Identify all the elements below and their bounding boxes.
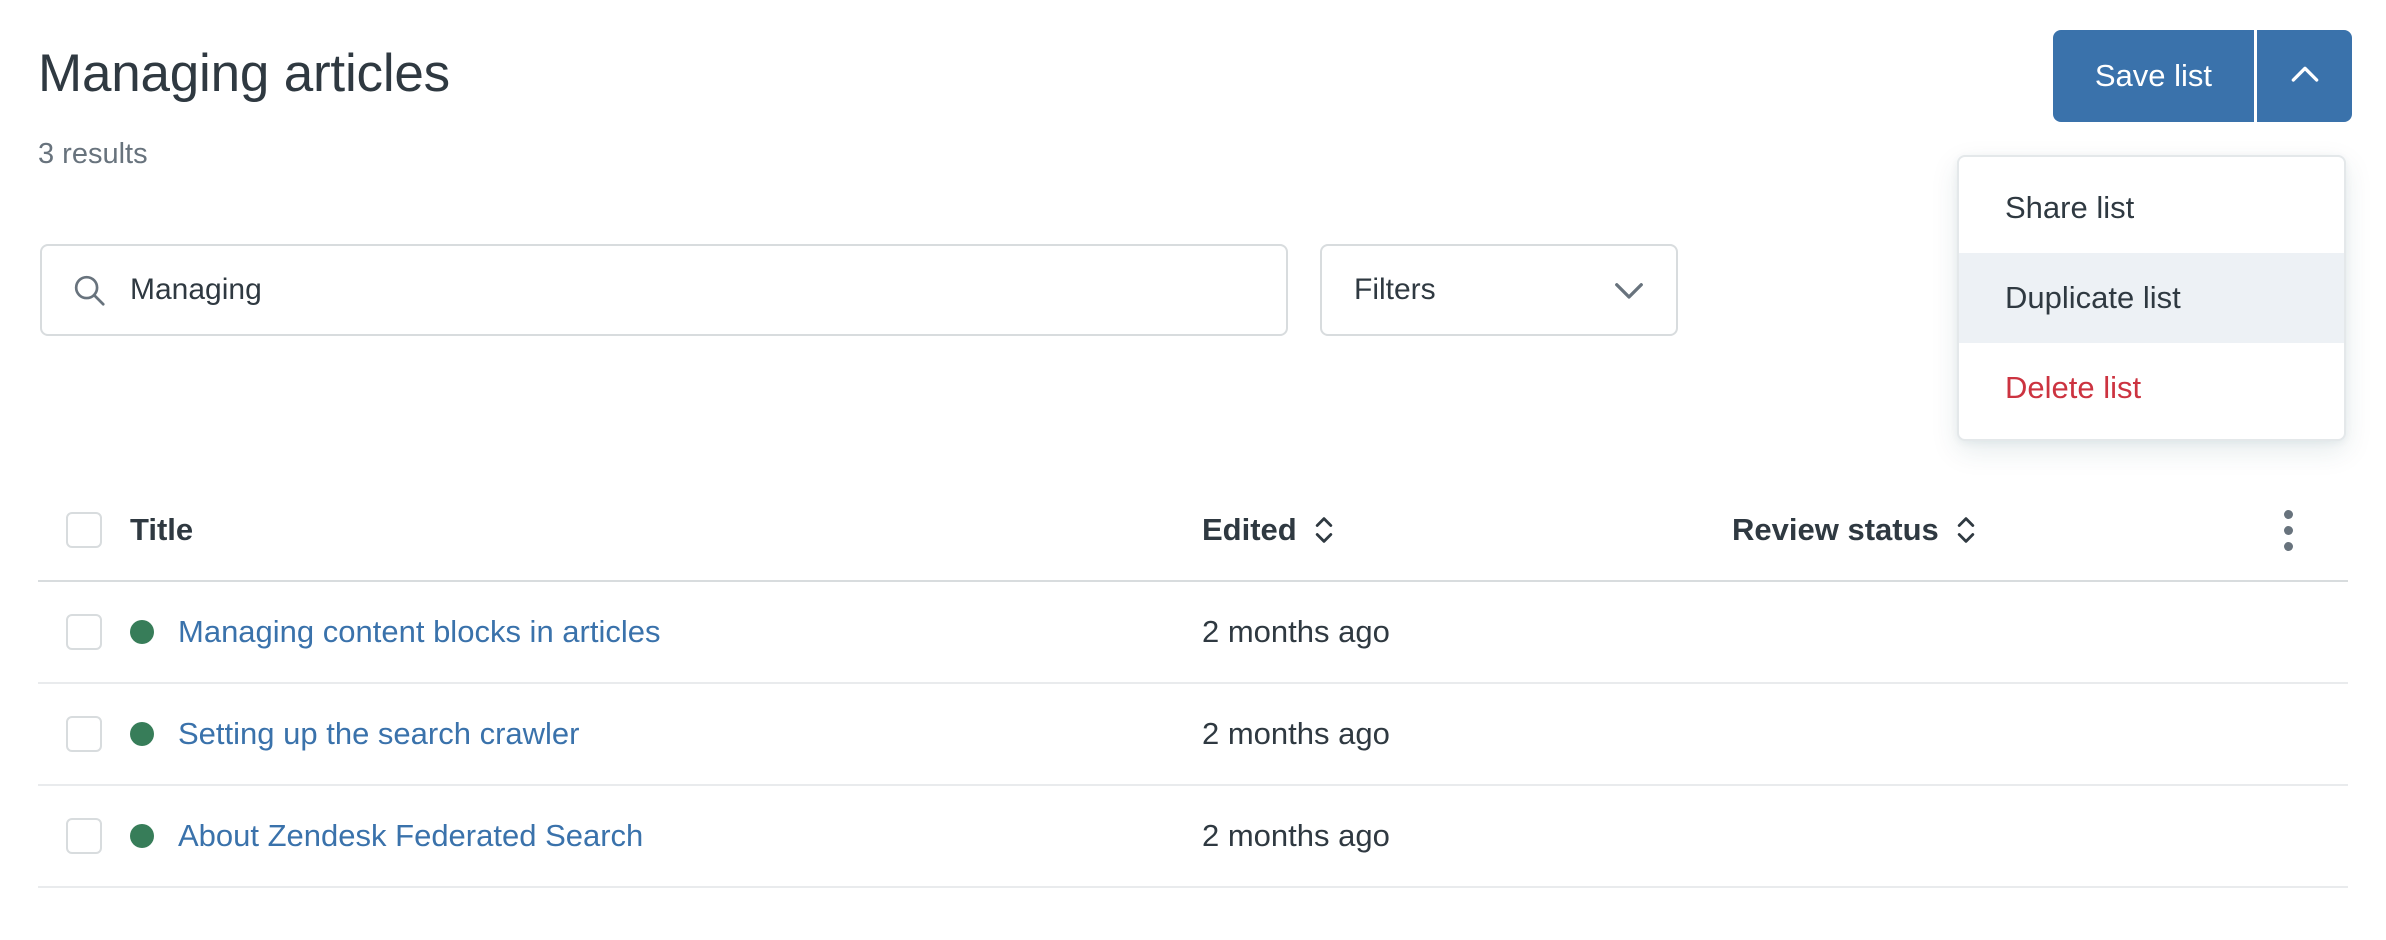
article-title-link[interactable]: Setting up the search crawler [178,716,580,752]
published-status-dot-icon [130,824,154,848]
row-edited-cell: 2 months ago [1202,818,1390,853]
article-title-link[interactable]: Managing content blocks in articles [178,614,660,650]
chevron-up-icon [2285,55,2325,98]
column-header-edited[interactable]: Edited [1202,512,1732,548]
save-list-button[interactable]: Save list [2052,30,2254,122]
article-list-page: Managing articles 3 results Filters Save… [0,0,2386,940]
table-options-cell [2228,480,2348,580]
search-input[interactable] [130,246,1286,334]
row-select-cell [38,716,130,752]
row-edited-cell: 2 months ago [1202,614,1390,649]
column-header-review-status-label: Review status [1732,512,1939,547]
sort-updown-icon[interactable] [1311,513,1337,547]
articles-table: Title Edited Review status Managing cont… [38,480,2348,888]
published-status-dot-icon [130,620,154,644]
results-count: 3 results [38,138,148,170]
row-select-cell [38,614,130,650]
column-header-title[interactable]: Title [130,512,1202,548]
table-row: Setting up the search crawler 2 months a… [38,684,2348,786]
table-header-row: Title Edited Review status [38,480,2348,582]
table-row: Managing content blocks in articles 2 mo… [38,582,2348,684]
kebab-menu-icon[interactable] [2270,502,2307,559]
menu-item-share-list[interactable]: Share list [1959,163,2344,253]
published-status-dot-icon [130,722,154,746]
row-edited-cell: 2 months ago [1202,716,1390,751]
filters-label: Filters [1354,273,1436,306]
row-checkbox[interactable] [66,614,102,650]
sort-updown-icon[interactable] [1953,513,1979,547]
chevron-down-icon [1608,269,1650,311]
article-title-link[interactable]: About Zendesk Federated Search [178,818,643,854]
filters-dropdown[interactable]: Filters [1320,244,1678,336]
row-checkbox[interactable] [66,818,102,854]
search-field[interactable] [40,244,1288,336]
page-title: Managing articles [38,44,450,103]
save-list-split-button: Save list [2052,30,2352,122]
select-all-checkbox[interactable] [66,512,102,548]
menu-item-duplicate-list[interactable]: Duplicate list [1959,253,2344,343]
select-all-cell [38,512,130,548]
save-list-caret-button[interactable] [2254,30,2352,122]
save-list-menu: Share list Duplicate list Delete list [1957,155,2346,441]
row-title-cell: Managing content blocks in articles [130,614,1202,650]
row-title-cell: Setting up the search crawler [130,716,1202,752]
table-row: About Zendesk Federated Search 2 months … [38,786,2348,888]
column-header-edited-label: Edited [1202,512,1297,547]
row-title-cell: About Zendesk Federated Search [130,818,1202,854]
search-icon [70,271,108,309]
menu-item-delete-list[interactable]: Delete list [1959,343,2344,433]
column-header-title-label: Title [130,512,194,547]
row-checkbox[interactable] [66,716,102,752]
row-select-cell [38,818,130,854]
